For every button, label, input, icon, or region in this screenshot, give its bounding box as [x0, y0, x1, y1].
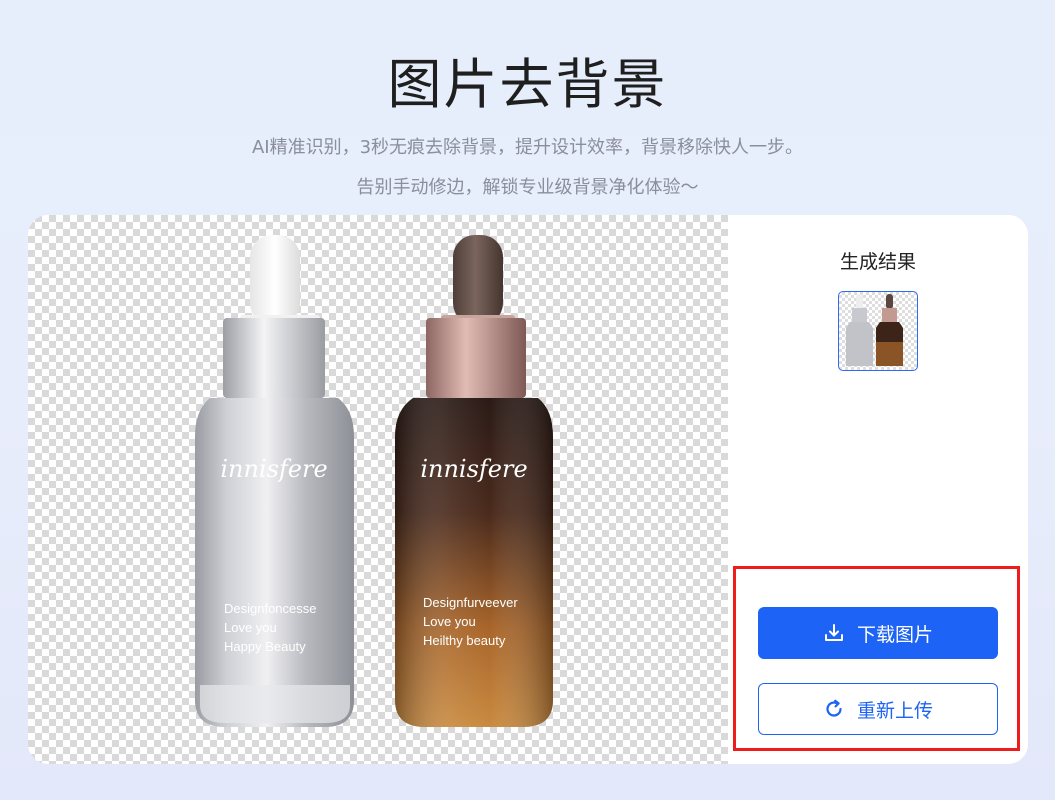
download-icon [824, 624, 843, 641]
reupload-button-label: 重新上传 [856, 699, 933, 722]
reupload-button[interactable]: 重新上传 [758, 683, 998, 735]
page-subtitle-line1: AI精准识别，3秒无痕去除背景，提升设计效率，背景移除快人一步。 [251, 137, 804, 158]
page-title: 图片去背景 [387, 53, 668, 116]
download-button[interactable]: 下载图片 [758, 607, 998, 659]
page-subtitle-line2: 告别手动修边，解锁专业级背景净化体验～ [356, 177, 699, 198]
result-title: 生成结果 [839, 251, 916, 273]
result-thumbnail[interactable] [838, 291, 918, 371]
result-preview-image: innisfere Designfoncesse Love you Happy … [28, 215, 728, 764]
bottle-right-line1: Designfurveever [423, 595, 518, 610]
bottle-left-line3: Happy Beauty [224, 639, 306, 654]
bottle-left-brand: innisfere [220, 455, 327, 483]
product-bottles-image: innisfere Designfoncesse Love you Happy … [195, 235, 553, 727]
bottle-left-line2: Love you [224, 620, 277, 635]
bottle-right-line2: Love you [423, 614, 476, 629]
refresh-icon [826, 699, 842, 717]
bottle-right-brand: innisfere [420, 455, 527, 483]
bottle-right-line3: Heilthy beauty [423, 633, 506, 648]
download-button-label: 下载图片 [856, 623, 933, 646]
thumbnail-image [846, 294, 903, 366]
bottle-left-line1: Designfoncesse [224, 601, 317, 616]
